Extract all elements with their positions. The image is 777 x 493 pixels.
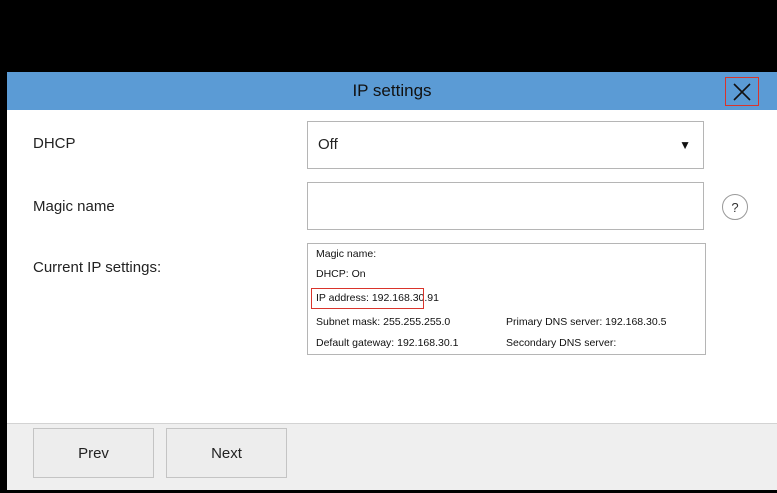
dhcp-label: DHCP	[33, 135, 76, 152]
info-dhcp: DHCP: On	[316, 268, 366, 280]
info-secondary-dns: Secondary DNS server:	[506, 337, 617, 349]
info-magic-name: Magic name:	[316, 248, 377, 260]
dialog-footer: Prev Next	[7, 423, 777, 490]
prev-button[interactable]: Prev	[33, 428, 154, 478]
dhcp-select-value: Off	[318, 136, 338, 153]
info-default-gateway: Default gateway: 192.168.30.1	[316, 337, 459, 349]
help-button[interactable]: ?	[722, 194, 748, 220]
current-ip-settings-label: Current IP settings:	[33, 259, 162, 276]
dhcp-select[interactable]: Off ▼	[307, 121, 704, 169]
close-x-icon	[733, 82, 751, 101]
help-question-icon: ?	[731, 199, 739, 215]
dialog-titlebar: IP settings	[7, 72, 777, 110]
dropdown-arrow-icon: ▼	[679, 138, 691, 152]
magic-name-label: Magic name	[33, 198, 115, 215]
ip-settings-dialog: IP settings DHCP Off ▼ Magic name ? Curr…	[7, 72, 777, 490]
ip-address-highlight	[311, 288, 424, 309]
next-button[interactable]: Next	[166, 428, 287, 478]
dialog-title: IP settings	[352, 81, 432, 100]
info-subnet-mask: Subnet mask: 255.255.255.0	[316, 316, 451, 328]
magic-name-input[interactable]	[307, 182, 704, 230]
close-button[interactable]	[725, 77, 759, 106]
info-primary-dns: Primary DNS server: 192.168.30.5	[506, 316, 667, 328]
